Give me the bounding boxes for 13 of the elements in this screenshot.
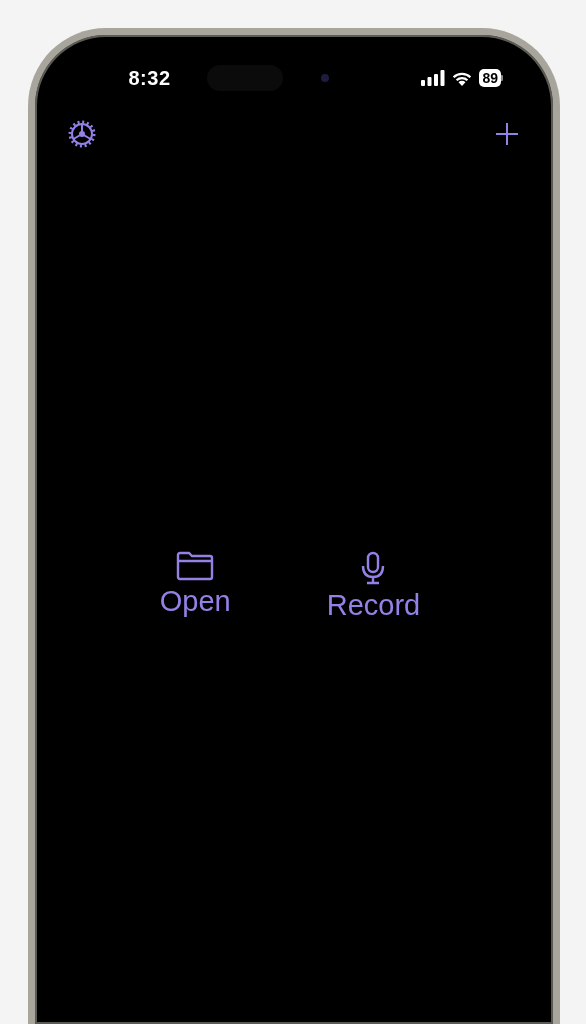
status-time: 8:32 bbox=[127, 66, 172, 90]
settings-icon bbox=[67, 119, 97, 149]
record-button[interactable]: Record bbox=[326, 551, 421, 622]
add-icon bbox=[495, 122, 519, 146]
add-button[interactable] bbox=[495, 122, 519, 146]
wifi-icon bbox=[451, 70, 474, 86]
open-button[interactable]: Open bbox=[159, 551, 231, 622]
camera-dot bbox=[321, 74, 329, 82]
folder-icon bbox=[176, 551, 215, 581]
microphone-icon bbox=[360, 551, 387, 585]
battery-level: 89 bbox=[479, 69, 501, 87]
signal-icon bbox=[421, 70, 446, 86]
settings-button[interactable] bbox=[67, 119, 97, 149]
